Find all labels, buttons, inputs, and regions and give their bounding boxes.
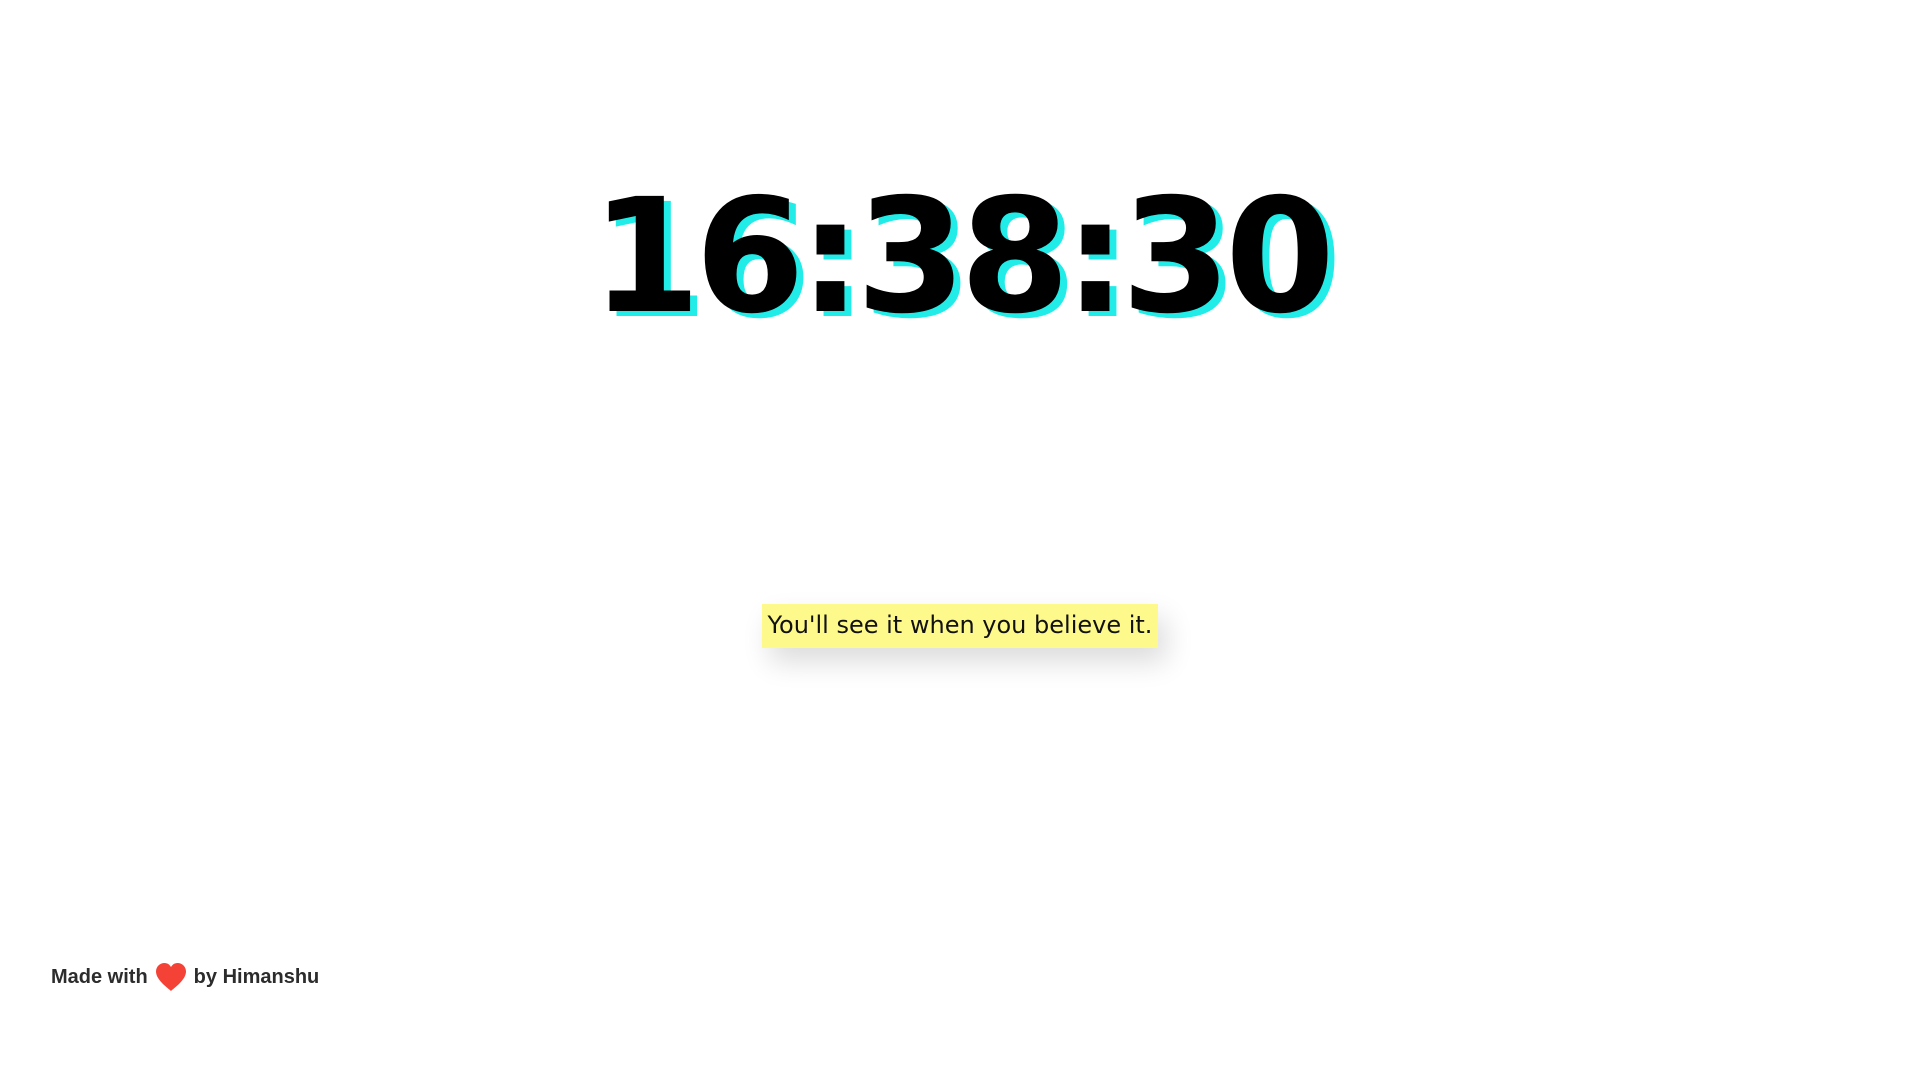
- quote-text: You'll see it when you believe it.: [761, 604, 1159, 648]
- heart-icon: [154, 962, 188, 992]
- quote-container: You'll see it when you believe it.: [0, 604, 1920, 648]
- clock-time: 16:38:30: [591, 165, 1335, 349]
- author-label: by Himanshu: [193, 965, 320, 988]
- footer-credit: Made with by Himanshu: [51, 962, 319, 992]
- page: 16:38:30 You'll see it when you believe …: [0, 0, 1920, 1080]
- made-with-label: Made with: [51, 965, 148, 988]
